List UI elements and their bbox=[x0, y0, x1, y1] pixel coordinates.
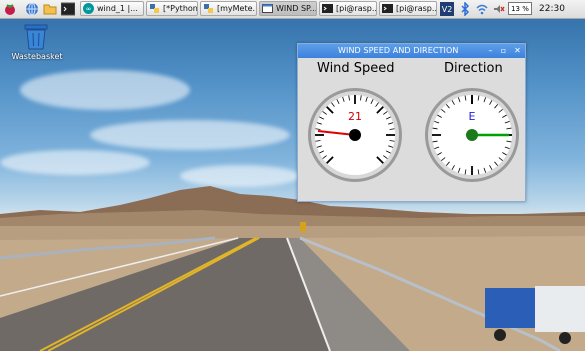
taskbar-button-terminal-1[interactable]: [pi@rasp... bbox=[319, 1, 377, 16]
wind-speed-value: 21 bbox=[348, 110, 362, 123]
wastebasket-icon[interactable] bbox=[24, 24, 48, 50]
svg-text:∞: ∞ bbox=[86, 5, 92, 13]
wind-direction-gauge: E bbox=[425, 88, 519, 182]
taskbar-button-arduino[interactable]: ∞ wind_1 |... bbox=[80, 1, 144, 16]
minimize-button[interactable]: – bbox=[486, 46, 495, 55]
web-browser-icon[interactable] bbox=[25, 2, 39, 16]
terminal-icon bbox=[322, 4, 333, 13]
wind-speed-direction-window[interactable]: WIND SPEED AND DIRECTION – ▫ ✕ Wind Spee… bbox=[297, 43, 526, 202]
wastebasket-label[interactable]: Wastebasket bbox=[6, 52, 68, 61]
taskbar-button-label: wind_1 |... bbox=[97, 4, 138, 13]
terminal-icon[interactable] bbox=[61, 2, 75, 16]
taskbar-button-label: WIND SP... bbox=[276, 4, 317, 13]
taskbar-button-python[interactable]: [*Python... bbox=[146, 1, 198, 16]
wind-speed-gauge: 21 bbox=[308, 88, 402, 182]
taskbar-button-terminal-2[interactable]: [pi@rasp... bbox=[379, 1, 437, 16]
maximize-button[interactable]: ▫ bbox=[499, 46, 508, 55]
taskbar-button-mymeteo[interactable]: [myMete... bbox=[200, 1, 257, 16]
python-icon bbox=[150, 4, 159, 13]
taskbar: ∞ wind_1 |... [*Python... [myMete... WIN… bbox=[0, 0, 585, 19]
taskbar-button-label: [pi@rasp... bbox=[336, 4, 377, 13]
bluetooth-icon[interactable] bbox=[458, 2, 472, 16]
wind-speed-title: Wind Speed bbox=[317, 61, 395, 76]
direction-title: Direction bbox=[444, 61, 503, 76]
cpu-usage-monitor[interactable]: 13 % bbox=[508, 2, 532, 15]
wind-direction-value: E bbox=[469, 110, 476, 123]
clock[interactable]: 22:30 bbox=[539, 0, 565, 18]
close-button[interactable]: ✕ bbox=[513, 46, 522, 55]
file-manager-icon[interactable] bbox=[43, 2, 57, 16]
python-icon bbox=[204, 4, 213, 13]
wind-direction-hub bbox=[466, 129, 478, 141]
window-titlebar[interactable]: WIND SPEED AND DIRECTION – ▫ ✕ bbox=[298, 44, 525, 58]
taskbar-button-label: [*Python... bbox=[163, 4, 198, 13]
svg-text:V2: V2 bbox=[442, 5, 453, 14]
wifi-icon[interactable] bbox=[475, 2, 489, 16]
volume-muted-icon[interactable] bbox=[491, 2, 505, 16]
taskbar-button-wind-speed[interactable]: WIND SP... bbox=[259, 1, 317, 16]
terminal-icon bbox=[382, 4, 393, 13]
raspberry-menu-icon[interactable] bbox=[3, 2, 17, 16]
wind-speed-hub bbox=[349, 129, 361, 141]
window-title: WIND SPEED AND DIRECTION bbox=[338, 46, 459, 55]
taskbar-button-label: [pi@rasp... bbox=[396, 4, 437, 13]
window-icon bbox=[262, 4, 273, 13]
arduino-icon: ∞ bbox=[83, 3, 94, 14]
taskbar-button-label: [myMete... bbox=[217, 4, 257, 13]
vnc-icon[interactable]: V2 bbox=[440, 2, 454, 16]
